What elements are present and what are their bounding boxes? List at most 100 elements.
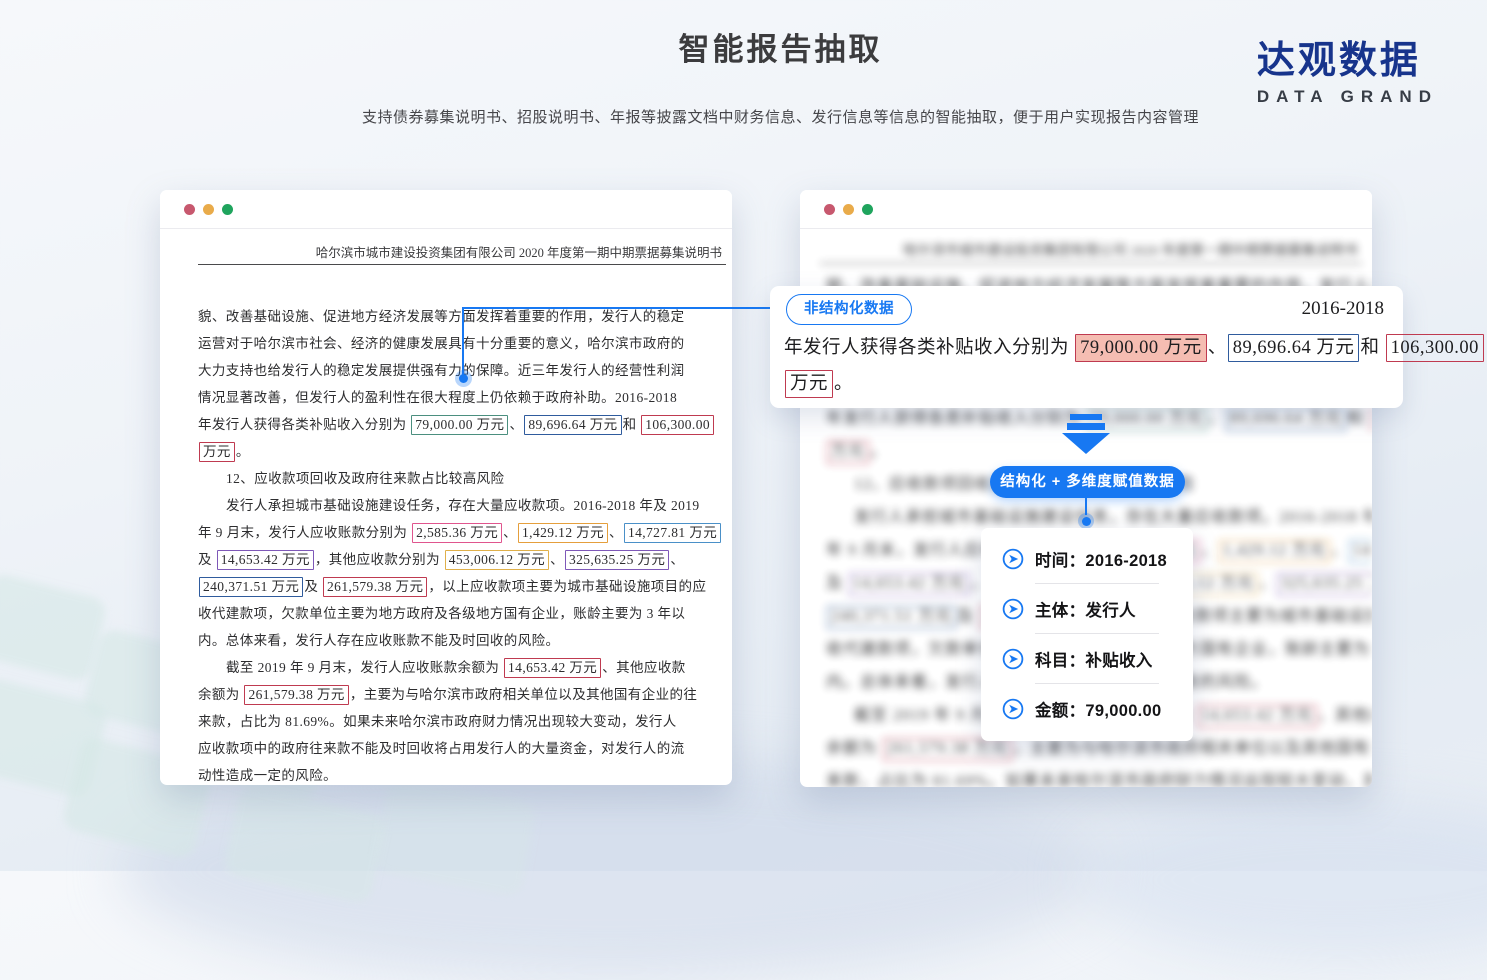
page-subtitle: 支持债券募集说明书、招股说明书、年报等披露文档中财务信息、发行信息等信息的智能抽… xyxy=(0,106,1487,127)
circle-arrow-icon xyxy=(1002,598,1024,620)
extracted-value-box: 14,653.42 万元 xyxy=(504,658,601,678)
doc-line: 万元。 xyxy=(198,438,712,465)
document-header-rule xyxy=(820,263,1362,264)
extracted-value-box: 14,727.81 万元 xyxy=(1349,540,1372,563)
doc-line: 动性造成一定的风险。 xyxy=(198,762,712,785)
extracted-value-box: 1,429.12 万元 xyxy=(518,523,608,543)
extracted-value-box: 240,371.51 万元 xyxy=(199,577,303,597)
doc-text: 、 xyxy=(609,525,623,540)
doc-text: 貌、改善基础设施、促进地方经济发展等方面发挥着重要的作用，发行人的稳定 xyxy=(198,309,685,324)
window-minimize-icon[interactable] xyxy=(203,204,214,215)
calculator-key xyxy=(0,572,108,684)
doc-text: 12、应收款项回收及政府往来款占比较高风险 xyxy=(226,471,504,486)
structured-field-text: 科目：补贴收入 xyxy=(1035,647,1153,671)
window-titlebar xyxy=(800,190,1372,229)
extracted-value-box: 万元 xyxy=(827,441,869,464)
doc-line: 年发行人获得各类补贴收入分别为 79,000.00 万元、89,696.64 万… xyxy=(198,411,712,438)
extracted-value-box: 89,696.64 万元 xyxy=(1228,334,1360,362)
doc-text: 年发行人获得各类补贴收入分别为 xyxy=(826,410,1086,427)
background-band xyxy=(1080,800,1487,960)
window-close-icon[interactable] xyxy=(184,204,195,215)
doc-text: ，主要为与哈尔滨市政府相关单位以及其他国有企业的往 xyxy=(1013,740,1372,757)
doc-line: 年 9 月末，发行人应收账款分别为 2,585.36 万元、1,429.12 万… xyxy=(198,519,712,546)
connector-line-horizontal xyxy=(462,307,789,309)
doc-text: 余额为 xyxy=(198,687,243,702)
doc-text: 和 xyxy=(623,417,641,432)
circle-arrow-icon xyxy=(1002,648,1024,670)
doc-text: 年发行人获得各类补贴收入分别为 xyxy=(198,417,410,432)
structured-data-button[interactable]: 结构化 + 多维度赋值数据 xyxy=(990,466,1185,498)
extracted-value-box: 1,429.12 万元 xyxy=(1219,540,1330,563)
doc-text: ，以上应收款项主要为城市基础设施项目的应 xyxy=(428,579,706,594)
extracted-value-box: 14,653.42 万元 xyxy=(849,573,969,596)
doc-line: 情况显著改善，但发行人的盈利性在很大程度上仍依赖于政府补助。2016-2018 xyxy=(198,384,712,411)
extracted-value-box: 453,006.12 万元 xyxy=(445,550,549,570)
doc-text: 。 xyxy=(834,374,853,394)
circle-arrow-icon xyxy=(1002,698,1024,720)
calculator-key xyxy=(222,785,387,904)
doc-text: 、其他应收款 xyxy=(1318,707,1372,724)
circle-arrow-icon xyxy=(1002,548,1024,570)
doc-text: 应收款项中的政府往来款不能及时回收将占用发行人的大量资金，对发行人的流 xyxy=(198,741,685,756)
structured-field-text: 金额：79,000.00 xyxy=(1035,697,1162,721)
extracted-value-box: 万元 xyxy=(785,370,833,398)
document-header-rule xyxy=(198,264,726,265)
doc-text: 、 xyxy=(1331,542,1348,559)
doc-text: 。 xyxy=(236,444,250,459)
doc-text: 和 xyxy=(1347,410,1369,427)
down-arrow-head xyxy=(1062,433,1110,454)
window-maximize-icon[interactable] xyxy=(862,204,873,215)
window-close-icon[interactable] xyxy=(824,204,835,215)
doc-text: 内。总体来看，发行人存在应收账款不能及时回收的风险。 xyxy=(198,633,559,648)
doc-text: 来款，占比为 81.69%。如果未来哈尔滨市政府财力情况出现较大变动，发行人 xyxy=(198,714,677,729)
doc-text: 来款，占比为 81.69%。如果未来哈尔滨市政府财力情况出现较大变动，发行人 xyxy=(826,773,1372,787)
window-maximize-icon[interactable] xyxy=(222,204,233,215)
unstructured-data-tag[interactable]: 非结构化数据 xyxy=(786,294,912,325)
doc-text: 。 xyxy=(870,443,887,460)
doc-text: 、 xyxy=(503,525,517,540)
doc-text: ，其他应收款分别为 xyxy=(315,552,444,567)
doc-text: 发行人承担城市基础设施建设任务，存在大量应收款项。2016-2018 年及 20… xyxy=(854,509,1372,526)
doc-text: 及 xyxy=(198,552,216,567)
window-minimize-icon[interactable] xyxy=(843,204,854,215)
doc-text: 、其他应收款 xyxy=(602,660,685,675)
extracted-value-box: 106,300.00 xyxy=(1370,408,1372,431)
extracted-value-box: 106,300.00 xyxy=(1386,334,1484,362)
doc-text: 、 xyxy=(670,552,684,567)
doc-line: 发行人承担城市基础设施建设任务，存在大量应收款项。2016-2018 年及 20… xyxy=(198,492,712,519)
extracted-value-box: 万元 xyxy=(199,442,235,462)
doc-text: 运营对于哈尔滨市社会、经济的健康发展具有十分重要的意义，哈尔滨市政府的 xyxy=(198,336,685,351)
down-arrow-bar xyxy=(1067,423,1105,430)
anchor-dot xyxy=(1082,517,1091,526)
doc-text: 及 xyxy=(957,608,979,625)
doc-text: 年 9 月末，发行人应收账款分别为 xyxy=(198,525,411,540)
source-document-window: 哈尔滨市城市建设投资集团有限公司 2020 年度第一期中期票据募集说明书 貌、改… xyxy=(160,190,732,785)
document-page: 哈尔滨市城市建设投资集团有限公司 2020 年度第一期中期票据募集说明书 貌、改… xyxy=(160,228,732,785)
anchor-dot xyxy=(459,374,468,383)
doc-text: 情况显著改善，但发行人的盈利性在很大程度上仍依赖于政府补助。2016-2018 xyxy=(198,390,677,405)
structured-field-text: 主体：发行人 xyxy=(1035,597,1136,621)
extracted-value-box: 240,371.51 万元 xyxy=(827,606,956,629)
extracted-value-box: 79,000.00 万元 xyxy=(411,415,508,435)
doc-text: 、 xyxy=(1208,338,1227,358)
doc-line: 万元。 xyxy=(784,366,1485,402)
down-arrow-icon xyxy=(1062,414,1110,456)
doc-line: 12、应收款项回收及政府往来款占比较高风险 xyxy=(198,465,712,492)
structured-field-row: 时间：2016-2018 xyxy=(981,534,1193,583)
extracted-value-box: 106,300.00 xyxy=(641,415,714,435)
extracted-value-box: 325,635.25 万元 xyxy=(1277,573,1372,596)
doc-text: 余额为 xyxy=(826,740,882,757)
doc-text: 大力支持也给发行人的稳定发展提供强有力的保障。近三年发行人的经营性利润 xyxy=(198,363,685,378)
doc-text: 及 xyxy=(304,579,322,594)
document-header: 哈尔滨市城市建设投资集团有限公司 2020 年度第一期中期票据募集说明书 xyxy=(160,242,732,261)
doc-text: 年发行人获得各类补贴收入分别为 xyxy=(784,338,1074,358)
structured-data-card: 时间：2016-2018 主体：发行人 科目：补贴收入 金额：79,000.00 xyxy=(981,528,1193,741)
extracted-value-box: 89,696.64 万元 xyxy=(1226,408,1346,431)
doc-line: 240,371.51 万元及 261,579.38 万元，以上应收款项主要为城市… xyxy=(198,573,712,600)
extracted-value-box: 89,696.64 万元 xyxy=(524,415,621,435)
doc-line: 收代建款项，欠款单位主要为地方政府及各级地方国有企业，账龄主要为 3 年以 xyxy=(198,600,712,627)
document-header: 哈尔滨市城市建设投资集团有限公司 2020 年度第一期中期票据募集说明书 xyxy=(800,240,1372,260)
doc-text: 、 xyxy=(1259,575,1276,592)
doc-text: 和 xyxy=(1360,338,1384,358)
doc-line: 及 14,653.42 万元，其他应收款分别为 453,006.12 万元、32… xyxy=(198,546,712,573)
